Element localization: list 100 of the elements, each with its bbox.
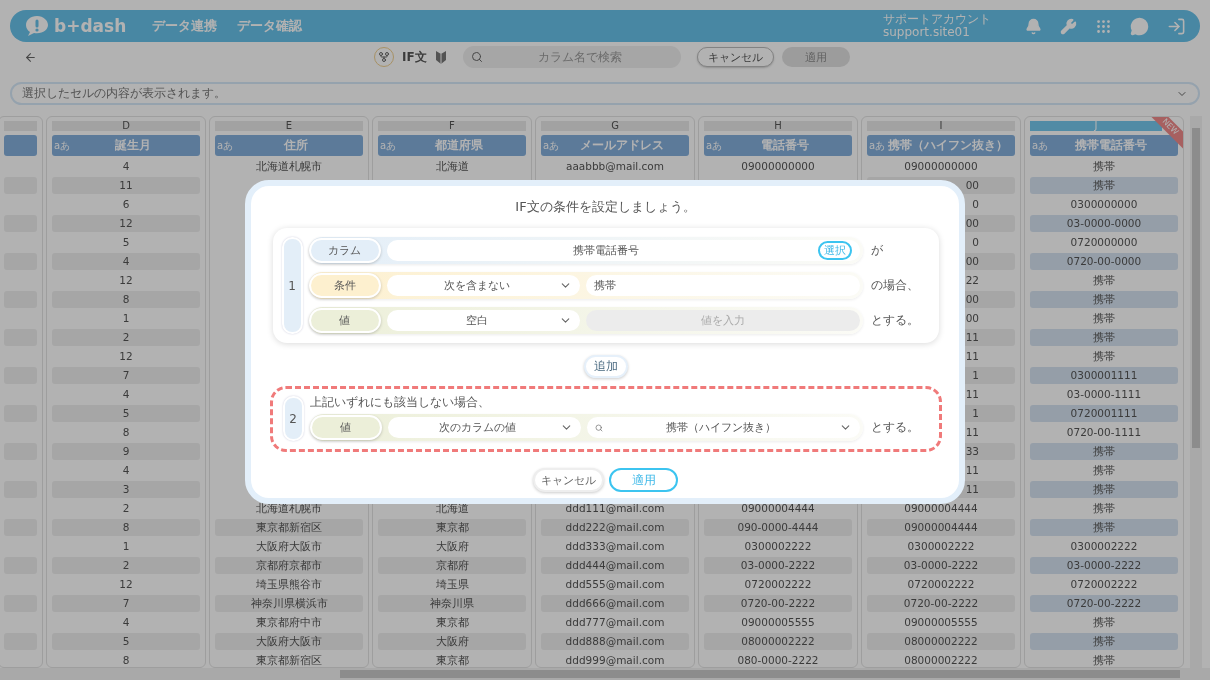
row-label: 条件 — [308, 273, 381, 298]
table-cell: 携帯 — [1030, 177, 1178, 194]
table-cell: 神奈川県 — [378, 595, 526, 612]
table-cell-text: 携帯 — [1092, 463, 1116, 478]
table-cell-text: 0300002222 — [1069, 539, 1139, 554]
table-cell: ddd888@mail.com — [541, 633, 689, 650]
table-cell-text: 12 — [118, 577, 134, 592]
row-label: カラム — [308, 238, 381, 263]
select-button[interactable]: 選択 — [817, 241, 852, 260]
add-button[interactable]: 追加 — [583, 355, 628, 378]
row-label: 値 — [309, 415, 382, 440]
suffix-text: の場合、 — [870, 277, 919, 294]
type-tag: aあ — [217, 139, 234, 153]
table-cell-text: ddd111@mail.com — [564, 501, 666, 516]
vertical-scrollbar[interactable] — [1190, 116, 1202, 668]
row-label: 値 — [308, 308, 381, 333]
table-cell: 03-0000-2222 — [704, 557, 852, 574]
table-cell-text: 09000000000 — [903, 159, 979, 174]
table-cell-text: 0720-00-1111 — [1065, 425, 1143, 440]
table-cell: 08000002222 — [704, 633, 852, 650]
table-cell-text: 1 — [121, 311, 131, 326]
column-letter[interactable]: H — [704, 121, 852, 131]
table-cell-text: 携帯 — [1092, 653, 1116, 667]
table-cell: 0300001111 — [1030, 367, 1178, 384]
column-select[interactable]: 携帯（ハイフン抜き） — [586, 417, 860, 438]
column-letter[interactable]: E — [215, 121, 363, 131]
table-cell: 携帯 — [1030, 329, 1178, 346]
table-cell: 京都府京都市 — [215, 557, 363, 574]
wrench-icon[interactable] — [1060, 17, 1077, 35]
cancel-button[interactable]: キャンセル — [533, 468, 604, 492]
table-cell: 0 — [972, 197, 979, 211]
toolbar-button[interactable]: キャンセル — [696, 47, 774, 67]
table-cell: 2 — [52, 329, 200, 346]
account-id: support.site01 — [883, 26, 971, 39]
table-cell: 09000004444 — [867, 519, 1015, 536]
column-header[interactable] — [4, 135, 37, 156]
select-field[interactable]: 次を含まない — [386, 275, 580, 296]
select-field[interactable]: 次のカラムの値 — [387, 417, 581, 438]
table-cell: 携帯 — [1030, 481, 1178, 498]
table-cell: 4 — [52, 253, 200, 270]
bell-icon[interactable] — [1025, 17, 1042, 35]
table-cell-text: 09000004444 — [740, 501, 816, 516]
table-cell: 11 — [965, 349, 979, 363]
table-cell-text: 4 — [121, 615, 131, 630]
cell-content-bar[interactable]: 選択したセルの内容が表示されます。 — [10, 82, 1200, 105]
table-cell-text: 4 — [121, 463, 131, 478]
back-icon[interactable] — [24, 50, 37, 64]
table-cell-text: ddd555@mail.com — [564, 577, 666, 592]
table-cell: 00 — [965, 292, 979, 306]
table-cell: 携帯 — [1030, 443, 1178, 460]
table-cell: ddd444@mail.com — [541, 557, 689, 574]
table-cell: 22 — [965, 273, 979, 287]
table-cell-text: 03-0000-1111 — [1065, 387, 1143, 402]
column-letter[interactable]: F — [378, 121, 526, 131]
table-cell-text: 携帯 — [1092, 273, 1116, 288]
table-cell: 8 — [52, 291, 200, 308]
column-letter[interactable]: D — [52, 121, 200, 131]
table-cell: 12 — [52, 215, 200, 232]
table-cell: 東京都新宿区 — [215, 519, 363, 536]
table-cell-text: 2 — [121, 501, 131, 516]
table-cell-text: 4 — [121, 387, 131, 402]
cell-content-placeholder: 選択したセルの内容が表示されます。 — [22, 85, 227, 102]
table-cell: 5 — [52, 405, 200, 422]
apply-button[interactable]: 適用 — [609, 468, 678, 492]
column-header[interactable]: aあ 誕生月 — [52, 135, 200, 156]
table-cell-text: 埼玉県 — [434, 577, 470, 592]
suffix-text: とする。 — [870, 312, 919, 329]
column-header[interactable]: aあ メールアドレス — [541, 135, 689, 156]
column-header[interactable]: aあ 住所 — [215, 135, 363, 156]
type-tag: aあ — [54, 139, 71, 153]
table-cell: 0720-00-2222 — [1030, 595, 1178, 612]
horizontal-scrollbar[interactable] — [0, 668, 1210, 680]
column-letter[interactable]: G — [541, 121, 689, 131]
table-cell-text: 東京都府中市 — [255, 615, 323, 630]
table-cell-text: 大阪府 — [434, 539, 470, 554]
grid-icon[interactable] — [1095, 17, 1112, 35]
table-cell-text: 東京都新宿区 — [255, 653, 323, 667]
table-cell-text: 8 — [121, 425, 131, 440]
table-cell: 03-0000-2222 — [867, 557, 1015, 574]
chat-icon[interactable] — [1130, 16, 1149, 36]
table-cell: 11 — [965, 330, 979, 344]
table-cell-text: 0300002222 — [906, 539, 976, 554]
column-header[interactable]: aあ 携帯（ハイフン抜き） — [867, 135, 1015, 156]
account-name: サポートアカウント — [883, 13, 991, 26]
column-field[interactable]: 携帯電話番号 選択 — [386, 240, 860, 261]
table-cell-text: 09000000000 — [740, 159, 816, 174]
table-cell-text: 携帯 — [1092, 311, 1116, 326]
table-cell-text: 12 — [118, 349, 134, 364]
table-cell: 11 — [965, 387, 979, 401]
login-icon[interactable] — [1167, 16, 1186, 36]
table-cell: 9 — [52, 443, 200, 460]
table-cell: 03-0000-2222 — [1030, 557, 1178, 574]
column-header[interactable]: aあ 携帯電話番号 — [1030, 135, 1178, 156]
column-header[interactable]: aあ 電話番号 — [704, 135, 852, 156]
table-cell: 東京都 — [378, 519, 526, 536]
table-cell: 11 — [965, 463, 979, 477]
suffix-text: とする。 — [870, 419, 919, 436]
table-cell: 08000002222 — [867, 633, 1015, 650]
column-header[interactable]: aあ 都道府県 — [378, 135, 526, 156]
input-field[interactable]: 携帯 — [585, 275, 860, 296]
